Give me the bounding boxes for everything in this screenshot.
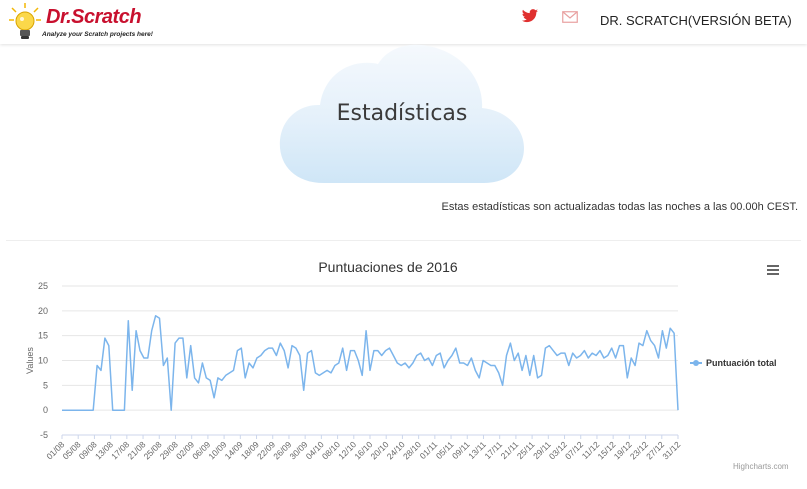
- x-tick-label: 01/11: [418, 439, 440, 461]
- legend-swatch-marker: [693, 360, 699, 366]
- chart-title: Puntuaciones de 2016: [318, 259, 458, 275]
- page-title: Estadísticas: [336, 101, 468, 126]
- y-tick-label: 10: [38, 356, 48, 366]
- logo-title: Dr.Scratch: [46, 6, 142, 28]
- divider: [6, 240, 801, 241]
- y-tick-label: 25: [38, 281, 48, 291]
- scores-chart: Puntuaciones de 2016 -5 0 5 10 15 20 25 Values 01…: [25, 259, 777, 461]
- x-tick-label: 05/11: [434, 439, 456, 461]
- logo-subtitle: Analyze your Scratch projects here!: [42, 31, 153, 38]
- highcharts-credits[interactable]: Highcharts.com: [733, 462, 789, 471]
- legend-label[interactable]: Puntuación total: [706, 358, 777, 368]
- x-tick-label: 09/11: [450, 439, 472, 461]
- x-tick-label: 13/11: [466, 439, 488, 461]
- update-note: Estas estadísticas son actualizadas toda…: [441, 201, 798, 213]
- chart-menu-button[interactable]: [766, 263, 780, 275]
- logo[interactable]: Dr.Scratch Analyze your Scratch projects…: [8, 2, 158, 42]
- mail-icon[interactable]: [562, 10, 578, 24]
- lightbulb-icon: [9, 3, 41, 39]
- nav-brand-link[interactable]: DR. SCRATCH(VERSIÓN BETA): [600, 13, 792, 28]
- x-tick-label: 25/11: [515, 439, 537, 461]
- x-tick-label: 31/12: [660, 439, 682, 461]
- y-tick-label: 15: [38, 331, 48, 341]
- y-tick-label: 20: [38, 306, 48, 316]
- y-axis-label: Values: [25, 347, 35, 374]
- series-line: [62, 315, 679, 411]
- x-tick-label: 21/11: [499, 439, 521, 461]
- y-tick-label: -5: [40, 430, 48, 440]
- y-tick-label: 5: [43, 380, 48, 390]
- x-tick-label: 17/11: [482, 439, 504, 461]
- navbar: Dr.Scratch Analyze your Scratch projects…: [0, 0, 807, 44]
- y-tick-label: 0: [43, 405, 48, 415]
- twitter-icon[interactable]: [522, 9, 538, 23]
